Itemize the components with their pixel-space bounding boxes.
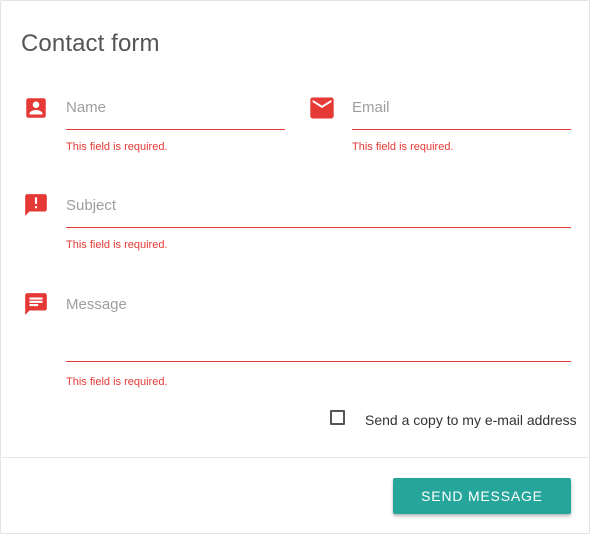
subject-error: This field is required. <box>66 239 168 251</box>
name-error: This field is required. <box>66 141 168 153</box>
email-field[interactable]: Email <box>352 99 571 131</box>
name-underline <box>66 129 285 130</box>
subject-field[interactable]: Subject <box>66 197 571 229</box>
account-box-icon <box>23 95 51 123</box>
email-underline <box>352 129 571 130</box>
name-field[interactable]: Name <box>66 99 285 131</box>
subject-placeholder: Subject <box>66 197 117 214</box>
send-copy-checkbox[interactable] <box>330 410 345 425</box>
message-error: This field is required. <box>66 376 168 388</box>
email-icon <box>308 95 336 123</box>
send-message-button[interactable]: SEND MESSAGE <box>393 478 571 514</box>
send-copy-label[interactable]: Send a copy to my e-mail address <box>365 412 577 428</box>
footer-divider <box>2 457 590 458</box>
message-underline <box>66 361 571 362</box>
email-placeholder: Email <box>352 99 390 116</box>
name-placeholder: Name <box>66 99 107 116</box>
message-textarea[interactable]: Message <box>66 296 571 362</box>
form-title: Contact form <box>21 30 160 57</box>
message-placeholder: Message <box>66 296 127 313</box>
subject-underline <box>66 227 571 228</box>
chat-icon <box>23 290 51 318</box>
contact-form-card: Contact form Name This field is required… <box>0 0 590 534</box>
email-error: This field is required. <box>352 141 454 153</box>
announcement-icon <box>23 191 51 219</box>
